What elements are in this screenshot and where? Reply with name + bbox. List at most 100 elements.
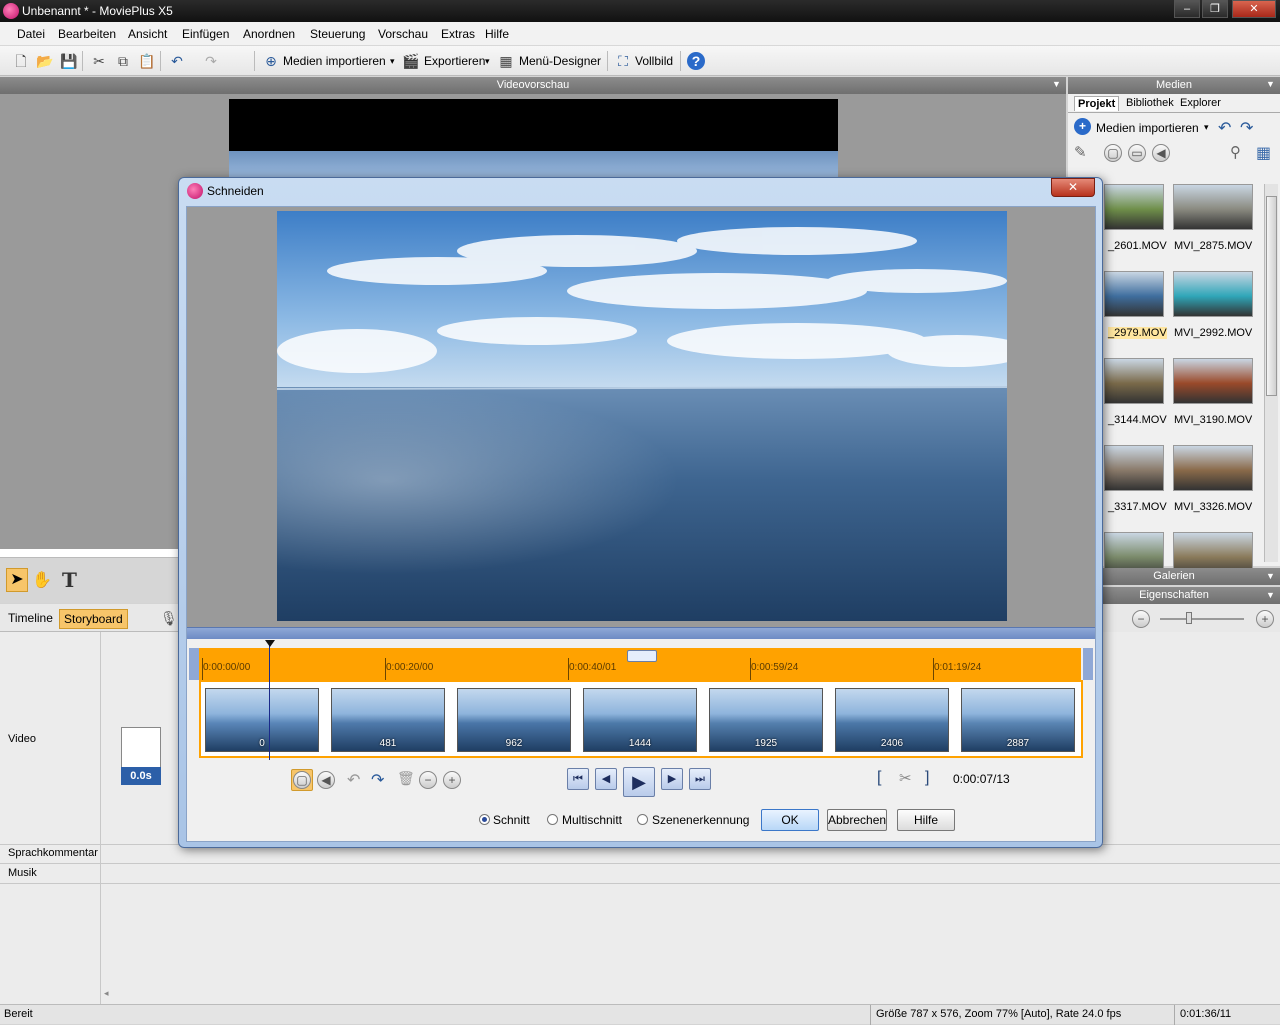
zoom-in-icon[interactable]: + [1256,610,1274,628]
playhead-marker[interactable] [265,640,275,647]
minimize-button[interactable]: – [1174,0,1200,18]
undo-arrow-icon[interactable]: ↶ [1218,118,1231,138]
menu-steuerung[interactable]: Steuerung [310,27,365,41]
mode-szenenerkennung-radio[interactable] [637,814,648,825]
preview-menu-chevron-icon[interactable]: ▼ [1052,79,1061,89]
close-button[interactable]: ✕ [1232,0,1276,18]
filmstrip-frame[interactable]: 1444 [583,688,697,752]
delete-icon[interactable]: 🗑 [397,770,415,787]
pointer-tool-icon[interactable]: ➤ [6,568,28,592]
filmstrip-frame[interactable]: 481 [331,688,445,752]
export-dropdown-icon[interactable]: ▾ [485,56,490,67]
zoom-out-timeline-icon[interactable]: − [419,771,437,789]
split-scissors-icon[interactable]: ✂ [899,769,912,787]
media-thumbnail[interactable] [1173,271,1253,317]
undo-trim-icon[interactable]: ↶ [347,770,360,790]
dialog-timeline-scrollbar[interactable] [187,627,1095,639]
mode-multischnitt-label[interactable]: Multischnitt [562,813,622,827]
import-media-plus-icon[interactable]: + [1074,118,1091,135]
edit-pencil-icon[interactable]: ✎ [1074,143,1087,161]
clapperboard-icon[interactable]: 🎬 [402,52,420,70]
zoom-in-timeline-icon[interactable]: + [443,771,461,789]
media-thumbnail[interactable] [1173,358,1253,404]
media-import-button[interactable]: Medien importieren [1096,121,1199,135]
menu-vorschau[interactable]: Vorschau [378,27,428,41]
zoom-slider-thumb[interactable] [1186,612,1192,624]
media-thumbnail[interactable] [1104,271,1164,317]
restore-button[interactable]: ❐ [1202,0,1228,18]
media-scroll-thumb[interactable] [1266,196,1277,396]
dialog-close-button[interactable]: ✕ [1051,178,1095,197]
menu-designer-button[interactable]: Menü-Designer [519,54,601,68]
media-scrollbar[interactable] [1264,184,1278,562]
tab-bibliothek[interactable]: Bibliothek [1123,96,1177,110]
paste-icon[interactable]: 📋 [138,52,156,70]
filmstrip-frame[interactable]: 0 [205,688,319,752]
menu-designer-icon[interactable]: ▦ [497,52,515,70]
playhead[interactable] [269,640,270,760]
menu-anordnen[interactable]: Anordnen [243,27,295,41]
import-dropdown-icon[interactable]: ▾ [390,56,395,67]
new-file-icon[interactable]: 🗋 [12,52,30,70]
text-tool-icon[interactable]: T [62,568,77,592]
mode-szenenerkennung-label[interactable]: Szenenerkennung [652,813,749,827]
fullscreen-icon[interactable]: ⛶ [614,52,632,70]
previous-frame-icon[interactable]: ◀ [595,768,617,790]
microphone-icon[interactable]: 🎙 [160,610,178,627]
trim-start-handle[interactable] [189,648,199,680]
filmstrip-frame[interactable]: 1925 [709,688,823,752]
go-to-start-icon[interactable]: ⏮ [567,768,589,790]
media-import-dropdown-icon[interactable]: ▾ [1204,122,1209,133]
redo-icon[interactable]: ↷ [202,52,220,70]
mark-out-icon[interactable]: ] [925,769,929,787]
galleries-chevron-icon[interactable]: ▼ [1266,571,1275,581]
zoom-out-icon[interactable]: − [1132,610,1150,628]
filmstrip-frame[interactable]: 2406 [835,688,949,752]
save-icon[interactable]: 💾 [60,52,78,70]
ok-button[interactable]: OK [761,809,819,831]
tab-explorer[interactable]: Explorer [1177,96,1224,110]
fullscreen-button[interactable]: Vollbild [635,54,673,68]
mode-schnitt-radio[interactable] [479,814,490,825]
hand-tool-icon[interactable]: ✋ [32,570,52,590]
undo-icon[interactable]: ↶ [168,52,186,70]
audio-filter-icon[interactable]: ◀ [1152,144,1170,162]
mark-in-icon[interactable]: [ [877,769,881,787]
menu-datei[interactable]: Datei [17,27,45,41]
cut-icon[interactable]: ✂ [90,52,108,70]
filmstrip[interactable]: 0 481 962 1444 1925 2406 2887 [199,680,1083,758]
export-button[interactable]: Exportieren [424,54,485,68]
clip-icon[interactable]: ▢ [1104,144,1122,162]
open-folder-icon[interactable]: 📂 [36,52,54,70]
media-thumbnail[interactable] [1104,184,1164,230]
video-track-toggle-icon[interactable]: ▢ [293,771,311,789]
help-button[interactable]: Hilfe [897,809,955,831]
media-thumbnail[interactable] [1104,358,1164,404]
next-frame-icon[interactable]: ▶ [661,768,683,790]
menu-einfuegen[interactable]: Einfügen [182,27,229,41]
mode-multischnitt-radio[interactable] [547,814,558,825]
cancel-button[interactable]: Abbrechen [827,809,887,831]
redo-arrow-icon[interactable]: ↷ [1240,118,1253,138]
import-media-icon[interactable]: ⊕ [262,52,280,70]
grid-view-icon[interactable]: ▦ [1256,143,1271,163]
scroll-left-icon[interactable]: ◂ [104,988,109,999]
media-thumbnail[interactable] [1173,184,1253,230]
trim-end-handle[interactable] [1083,648,1093,680]
filmstrip-frame[interactable]: 962 [457,688,571,752]
tab-timeline[interactable]: Timeline [4,609,57,629]
media-thumbnail[interactable] [1173,445,1253,491]
mode-schnitt-label[interactable]: Schnitt [493,813,530,827]
audio-toggle-icon[interactable]: ◀ [317,771,335,789]
menu-hilfe[interactable]: Hilfe [485,27,509,41]
zoom-search-icon[interactable]: ⚲ [1230,143,1241,161]
properties-chevron-icon[interactable]: ▼ [1266,590,1275,600]
media-menu-chevron-icon[interactable]: ▼ [1266,79,1275,89]
import-media-button[interactable]: Medien importieren [283,54,386,68]
timeline-zoom-handle[interactable] [627,650,657,662]
play-icon[interactable]: ▶ [623,767,655,797]
media-thumbnail[interactable] [1104,445,1164,491]
go-to-end-icon[interactable]: ⏭ [689,768,711,790]
tab-projekt[interactable]: Projekt [1074,96,1120,111]
menu-ansicht[interactable]: Ansicht [128,27,167,41]
